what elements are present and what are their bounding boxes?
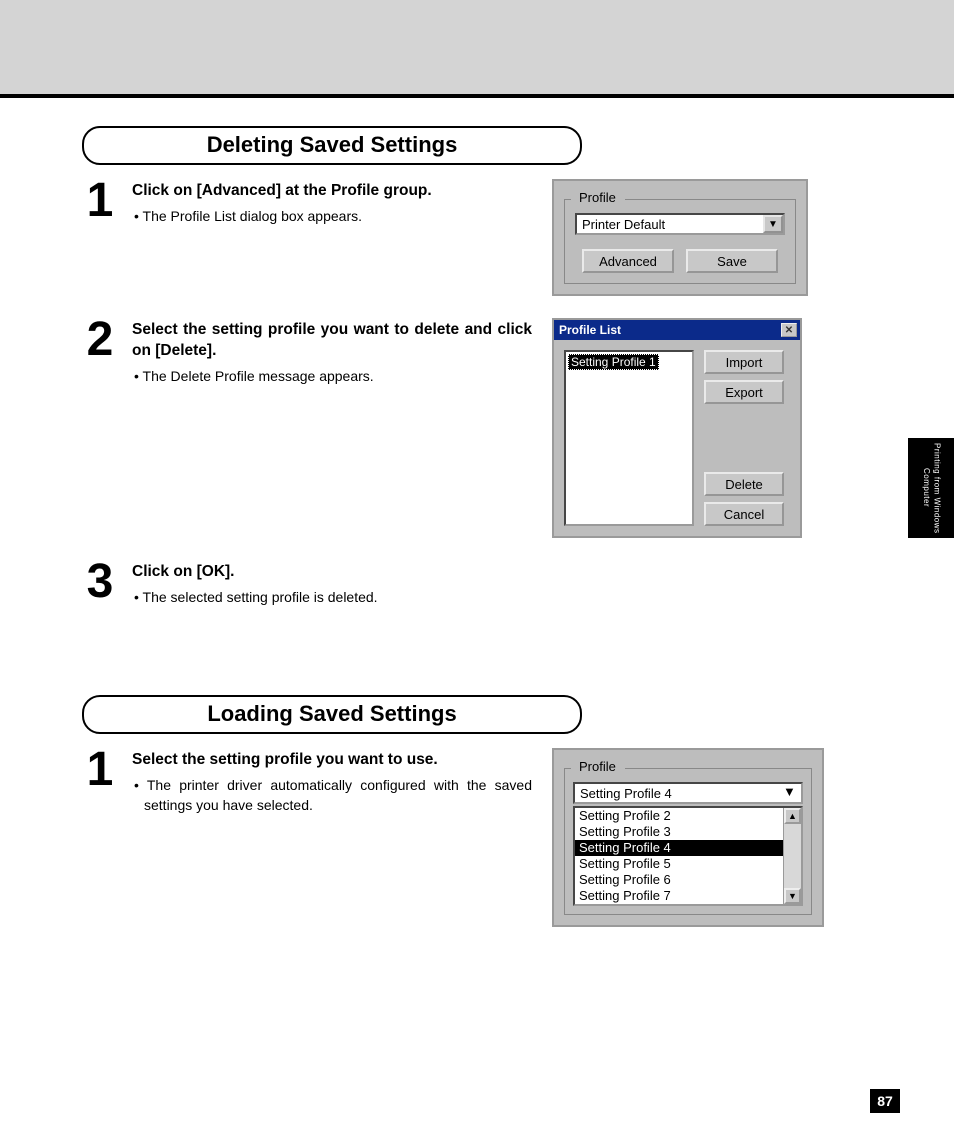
step-text: Click on [OK]. The selected setting prof…	[132, 560, 532, 607]
screenshot-profile-list-dialog: Profile List ✕ Setting Profile 1 Import …	[552, 318, 802, 538]
step-bold: Select the setting profile you want to u…	[132, 750, 532, 771]
close-icon[interactable]: ✕	[781, 323, 797, 337]
chevron-down-icon[interactable]: ▼	[763, 215, 783, 233]
dialog-titlebar: Profile List ✕	[554, 320, 800, 340]
content-area: Deleting Saved Settings 1 Click on [Adva…	[82, 122, 812, 949]
step-number: 1	[82, 748, 118, 791]
dialog-title: Profile List	[559, 323, 621, 337]
groupbox-label: Profile	[575, 190, 620, 205]
button-row: Advanced Save	[575, 249, 785, 273]
step-row: 2 Select the setting profile you want to…	[82, 318, 812, 538]
scroll-track[interactable]	[784, 824, 801, 888]
listbox-selected-item[interactable]: Setting Profile 1	[568, 354, 659, 370]
groupbox-label: Profile	[575, 759, 620, 774]
profile-groupbox: Profile Setting Profile 4 ▼ Setting Prof…	[564, 768, 812, 915]
combobox-option[interactable]: Setting Profile 2	[575, 808, 783, 824]
section-heading-loading: Loading Saved Settings	[82, 695, 582, 734]
step-number: 2	[82, 318, 118, 361]
section-heading-deleting: Deleting Saved Settings	[82, 126, 582, 165]
scroll-up-icon[interactable]: ▲	[784, 808, 801, 824]
combobox-option-selected[interactable]: Setting Profile 4	[575, 840, 783, 856]
dialog-body: Setting Profile 1 Import Export Delete C…	[554, 340, 800, 536]
spacer	[704, 410, 784, 466]
screenshot-profile-dropdown-open: Profile Setting Profile 4 ▼ Setting Prof…	[552, 748, 824, 927]
step-bullet: The Profile List dialog box appears.	[132, 206, 532, 226]
header-bar	[0, 0, 954, 95]
page: Deleting Saved Settings 1 Click on [Adva…	[0, 98, 954, 1145]
step-row: 1 Select the setting profile you want to…	[82, 748, 812, 927]
combobox-list: Setting Profile 2 Setting Profile 3 Sett…	[573, 806, 803, 906]
step-bullet: The Delete Profile message appears.	[132, 366, 532, 386]
scrollbar[interactable]: ▲ ▼	[783, 808, 801, 904]
profile-dropdown[interactable]: Printer Default ▼	[575, 213, 785, 235]
combobox-options: Setting Profile 2 Setting Profile 3 Sett…	[575, 808, 783, 904]
advanced-button[interactable]: Advanced	[582, 249, 674, 273]
chapter-tab: Printing from Windows Computer	[908, 438, 954, 538]
section-gap	[82, 629, 812, 691]
export-button[interactable]: Export	[704, 380, 784, 404]
page-number: 87	[870, 1089, 900, 1113]
step-number: 1	[82, 179, 118, 222]
combobox-option[interactable]: Setting Profile 5	[575, 856, 783, 872]
dropdown-value: Printer Default	[577, 215, 763, 233]
group-panel: Profile Printer Default ▼ Advanced Save	[552, 179, 808, 296]
step-text: Select the setting profile you want to u…	[132, 748, 532, 816]
dialog-buttons: Import Export Delete Cancel	[704, 350, 784, 526]
combobox-option[interactable]: Setting Profile 7	[575, 888, 783, 904]
delete-button[interactable]: Delete	[704, 472, 784, 496]
step-bullet: The printer driver automatically configu…	[132, 775, 532, 816]
step-bold: Click on [Advanced] at the Profile group…	[132, 181, 532, 202]
profile-combobox-open[interactable]: Setting Profile 4 ▼ Setting Profile 2 Se…	[573, 782, 803, 906]
save-button[interactable]: Save	[686, 249, 778, 273]
profile-listbox[interactable]: Setting Profile 1	[564, 350, 694, 526]
step-number: 3	[82, 560, 118, 603]
profile-groupbox: Profile Printer Default ▼ Advanced Save	[564, 199, 796, 284]
group-panel: Profile Setting Profile 4 ▼ Setting Prof…	[552, 748, 824, 927]
dialog: Profile List ✕ Setting Profile 1 Import …	[552, 318, 802, 538]
combobox-option[interactable]: Setting Profile 6	[575, 872, 783, 888]
scroll-down-icon[interactable]: ▼	[784, 888, 801, 904]
step-row: 1 Click on [Advanced] at the Profile gro…	[82, 179, 812, 296]
import-button[interactable]: Import	[704, 350, 784, 374]
combobox-value: Setting Profile 4	[575, 784, 783, 802]
step-text: Select the setting profile you want to d…	[132, 318, 532, 386]
cancel-button[interactable]: Cancel	[704, 502, 784, 526]
combobox-option[interactable]: Setting Profile 3	[575, 824, 783, 840]
step-bullet: The selected setting profile is deleted.	[132, 587, 532, 607]
step-bold: Select the setting profile you want to d…	[132, 320, 532, 362]
screenshot-profile-group: Profile Printer Default ▼ Advanced Save	[552, 179, 808, 296]
step-row: 3 Click on [OK]. The selected setting pr…	[82, 560, 812, 607]
step-bold: Click on [OK].	[132, 562, 532, 583]
combobox-field[interactable]: Setting Profile 4 ▼	[573, 782, 803, 804]
chevron-down-icon[interactable]: ▼	[783, 784, 801, 802]
step-text: Click on [Advanced] at the Profile group…	[132, 179, 532, 226]
